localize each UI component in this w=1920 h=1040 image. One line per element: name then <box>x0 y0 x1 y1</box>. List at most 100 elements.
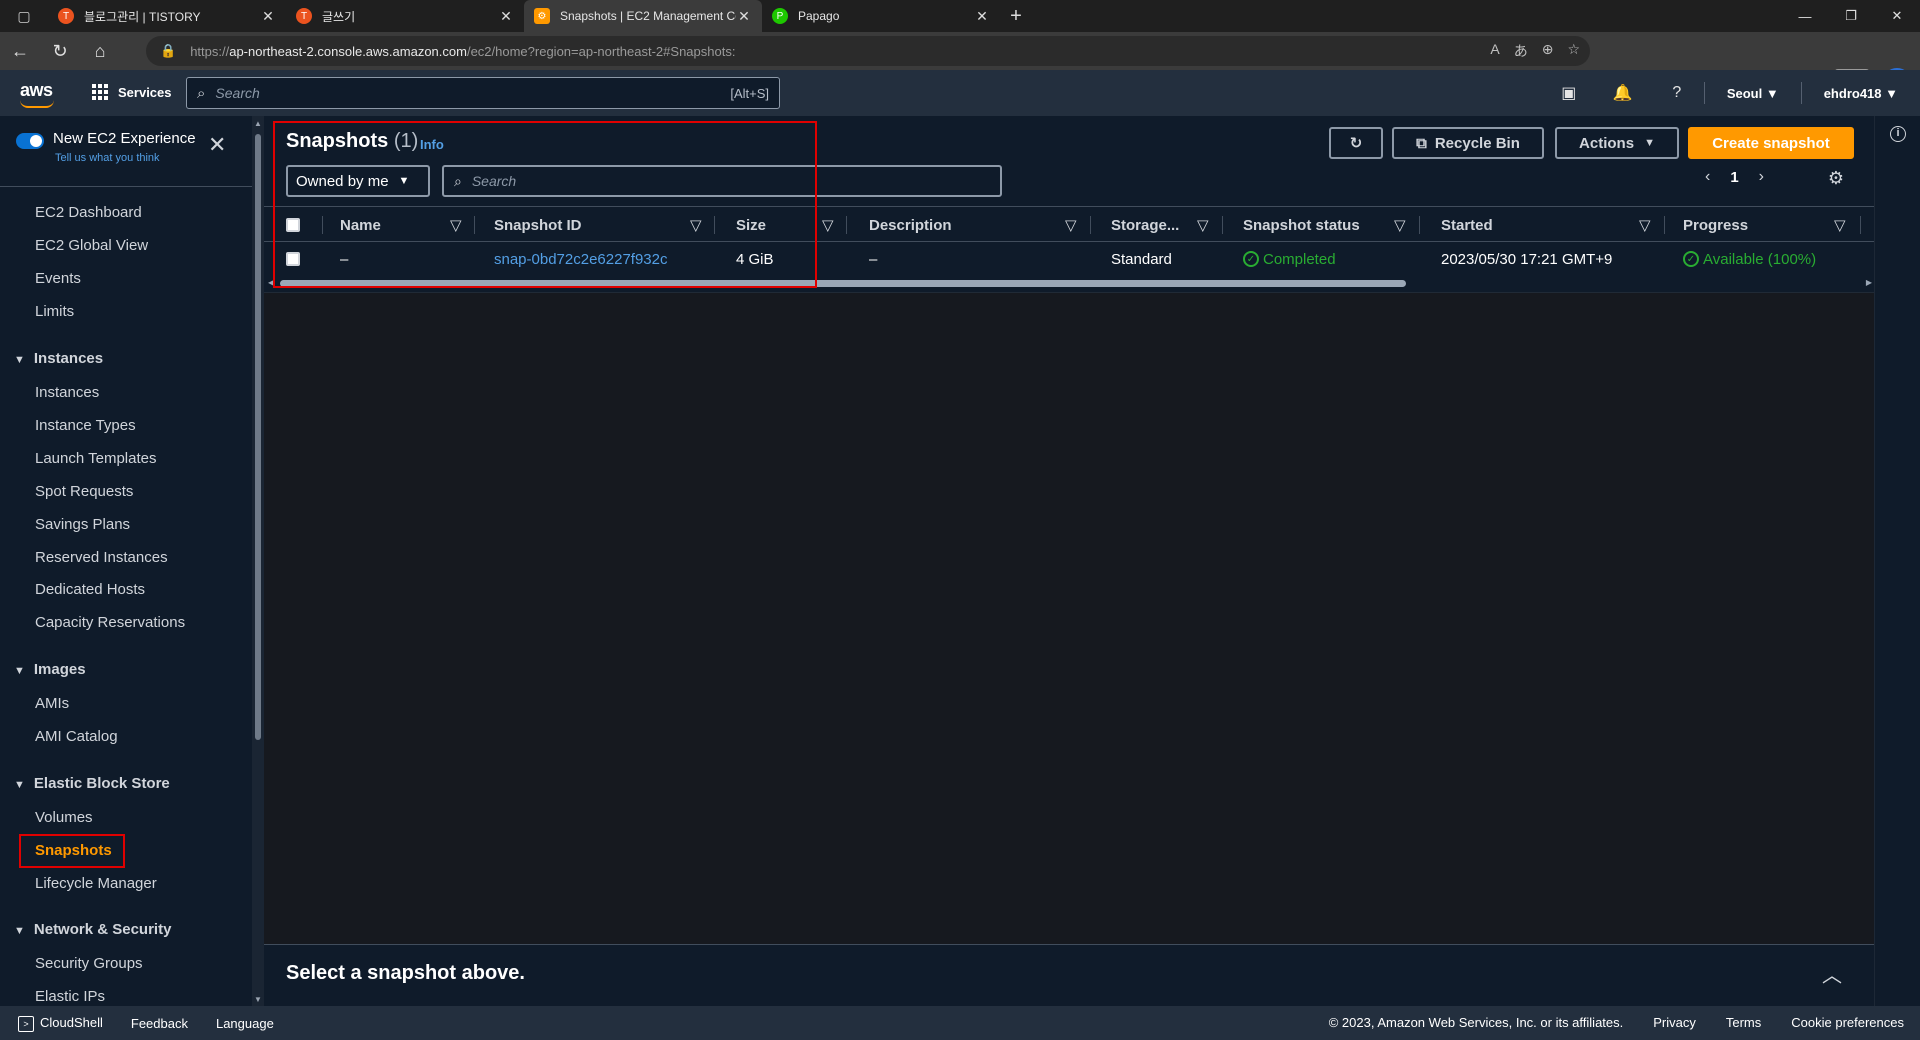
sidebar-section-ebs[interactable]: ▼ Elastic Block Store <box>14 775 170 792</box>
sidebar-item-ami-catalog[interactable]: AMI Catalog <box>35 728 118 745</box>
tab-title: 글쓰기 <box>322 9 356 24</box>
url-field[interactable]: 🔒 https://ap-northeast-2.console.aws.ama… <box>146 36 1590 66</box>
url-actions: A あ ⊕ ☆ <box>1490 41 1580 61</box>
tab-actions-icon[interactable]: ▢ <box>0 0 48 32</box>
sidebar-section-network-security[interactable]: ▼ Network & Security <box>14 921 171 938</box>
gear-icon[interactable]: ⚙ <box>1828 168 1844 189</box>
read-aloud-icon[interactable]: A <box>1490 41 1499 61</box>
check-circle-icon: ✓ <box>1683 251 1699 267</box>
sidebar-item-global-view[interactable]: EC2 Global View <box>35 237 148 254</box>
sidebar-section-instances[interactable]: ▼ Instances <box>14 350 103 367</box>
column-snapshot-status[interactable]: Snapshot status <box>1243 207 1360 243</box>
language-link[interactable]: Language <box>216 1016 274 1031</box>
sidebar-item-security-groups[interactable]: Security Groups <box>35 955 143 972</box>
refresh-button[interactable]: ↻ <box>1329 127 1383 159</box>
account-dropdown[interactable]: ehdro418 ▼ <box>1802 86 1920 101</box>
scrollbar-thumb[interactable] <box>255 134 261 740</box>
scroll-up-icon[interactable]: ▲ <box>254 119 262 128</box>
sidebar-item-savings-plans[interactable]: Savings Plans <box>35 516 130 533</box>
translate-icon[interactable]: あ <box>1514 41 1528 61</box>
search-icon: ⌕ <box>197 84 206 102</box>
scroll-down-icon[interactable]: ▼ <box>254 995 262 1004</box>
zoom-icon[interactable]: ⊕ <box>1542 41 1554 61</box>
column-storage[interactable]: Storage... <box>1111 207 1179 243</box>
services-menu[interactable]: Services <box>92 84 172 100</box>
browser-tab-papago[interactable]: P Papago ✕ <box>762 0 1000 32</box>
sidebar-section-images[interactable]: ▼ Images <box>14 661 86 678</box>
minimize-icon[interactable]: — <box>1782 0 1828 32</box>
cookie-preferences-link[interactable]: Cookie preferences <box>1791 1015 1904 1030</box>
refresh-icon[interactable]: ↻ <box>40 32 80 70</box>
sidebar-item-ec2-dashboard[interactable]: EC2 Dashboard <box>35 204 142 221</box>
close-tab-icon[interactable]: ✕ <box>974 8 990 25</box>
sidebar-item-events[interactable]: Events <box>35 270 81 287</box>
cloudshell-link[interactable]: > CloudShell <box>18 1015 103 1032</box>
chevron-right-icon[interactable]: › <box>1759 168 1764 186</box>
sidebar-item-instance-types[interactable]: Instance Types <box>35 417 136 434</box>
close-window-icon[interactable]: ✕ <box>1874 0 1920 32</box>
scroll-right-icon[interactable]: ▶ <box>1866 278 1872 287</box>
highlight-box <box>273 121 817 288</box>
create-snapshot-button[interactable]: Create snapshot <box>1688 127 1854 159</box>
sidebar-item-reserved-instances[interactable]: Reserved Instances <box>35 549 168 566</box>
back-icon[interactable]: ← <box>0 32 40 70</box>
favorite-add-icon[interactable]: ☆ <box>1567 41 1580 61</box>
sidebar-item-elastic-ips[interactable]: Elastic IPs <box>35 988 105 1005</box>
sidebar-item-limits[interactable]: Limits <box>35 303 74 320</box>
sort-icon[interactable]: ▽ <box>1639 207 1651 243</box>
aws-nav-right: ▣ 🔔 ? Seoul ▼ ehdro418 ▼ <box>1542 70 1920 116</box>
sidebar-item-dedicated-hosts[interactable]: Dedicated Hosts <box>35 581 145 598</box>
footer-left: > CloudShell Feedback Language <box>18 1015 274 1032</box>
home-icon[interactable]: ⌂ <box>80 32 120 70</box>
cloudshell-icon: > <box>18 1015 34 1032</box>
browser-tab-snapshots[interactable]: ⚙ Snapshots | EC2 Management Co ✕ <box>524 0 762 32</box>
restore-icon[interactable]: ❐ <box>1828 0 1874 32</box>
region-dropdown[interactable]: Seoul ▼ <box>1705 86 1801 101</box>
cloudshell-icon[interactable]: ▣ <box>1542 83 1596 103</box>
feedback-link[interactable]: Tell us what you think <box>55 152 160 164</box>
close-tab-icon[interactable]: ✕ <box>498 8 514 25</box>
new-experience-toggle[interactable] <box>16 133 44 149</box>
sidebar-item-lifecycle-manager[interactable]: Lifecycle Manager <box>35 875 157 892</box>
sidebar: New EC2 Experience Tell us what you thin… <box>0 116 252 1006</box>
column-description[interactable]: Description <box>869 207 952 243</box>
feedback-link[interactable]: Feedback <box>131 1016 188 1031</box>
sidebar-item-amis[interactable]: AMIs <box>35 695 69 712</box>
sidebar-item-launch-templates[interactable]: Launch Templates <box>35 450 156 467</box>
sidebar-scrollbar[interactable]: ▲ ▼ <box>252 116 264 1006</box>
terms-link[interactable]: Terms <box>1726 1015 1761 1030</box>
sort-icon[interactable]: ▽ <box>1065 207 1077 243</box>
aws-logo[interactable]: aws <box>20 80 54 108</box>
sort-icon[interactable]: ▽ <box>1834 207 1846 243</box>
chevron-up-icon[interactable]: ︿ <box>1822 959 1842 988</box>
privacy-link[interactable]: Privacy <box>1653 1015 1696 1030</box>
close-tab-icon[interactable]: ✕ <box>736 8 752 25</box>
sort-icon[interactable]: ▽ <box>822 207 834 243</box>
papago-icon: P <box>772 8 788 24</box>
sort-icon[interactable]: ▽ <box>1394 207 1406 243</box>
divider <box>0 186 252 187</box>
sidebar-item-capacity-reservations[interactable]: Capacity Reservations <box>35 614 185 631</box>
browser-tab-write[interactable]: T 글쓰기 ✕ <box>286 0 524 32</box>
sort-icon[interactable]: ▽ <box>1197 207 1209 243</box>
page-number[interactable]: 1 <box>1730 169 1738 186</box>
close-icon[interactable]: ✕ <box>208 132 226 158</box>
notifications-icon[interactable]: 🔔 <box>1596 83 1650 103</box>
recycle-bin-button[interactable]: ⧉ Recycle Bin <box>1392 127 1544 159</box>
sidebar-item-instances[interactable]: Instances <box>35 384 99 401</box>
actions-dropdown[interactable]: Actions ▼ <box>1555 127 1679 159</box>
column-started[interactable]: Started <box>1441 207 1493 243</box>
tab-title: Snapshots | EC2 Management Co <box>560 9 736 23</box>
sidebar-item-spot-requests[interactable]: Spot Requests <box>35 483 133 500</box>
sidebar-item-volumes[interactable]: Volumes <box>35 809 93 826</box>
close-tab-icon[interactable]: ✕ <box>260 8 276 25</box>
lock-icon[interactable]: 🔒 <box>160 43 176 59</box>
refresh-icon: ↻ <box>1349 135 1363 152</box>
help-icon[interactable]: ? <box>1650 84 1704 102</box>
aws-search-input[interactable]: ⌕ Search [Alt+S] <box>186 77 780 109</box>
column-progress[interactable]: Progress <box>1683 207 1748 243</box>
browser-tab-tistory-manage[interactable]: T 블로그관리 | TISTORY ✕ <box>48 0 286 32</box>
chevron-left-icon[interactable]: ‹ <box>1705 168 1710 186</box>
new-tab-button[interactable]: + <box>1000 5 1032 28</box>
info-icon[interactable]: i <box>1890 126 1906 142</box>
